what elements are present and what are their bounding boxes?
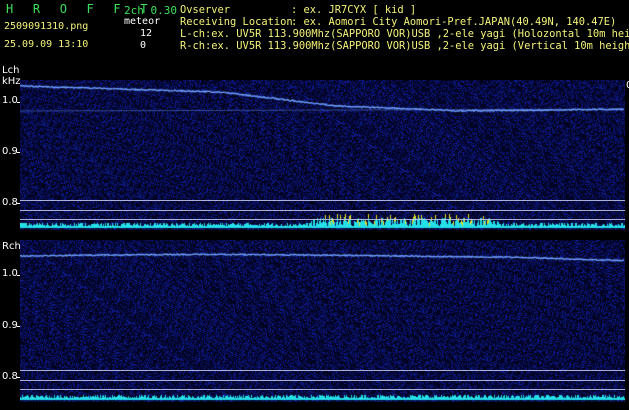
observer-value: : ex. JR7CYX [ kid ] [291,4,417,16]
channel-version-label: 2ch 0.30 [124,4,177,17]
lch-unit-label: kHz [2,76,21,87]
rch-threshold-line [20,380,625,381]
rch-freq-tick-0-9: 0.9 [2,320,18,331]
lch-freq-tick-0-9: 0.9 [2,146,18,157]
lch-meteor-count: 12 [140,28,153,39]
lch-threshold-line [20,219,625,220]
rch-freq-tick-0-8: 0.8 [2,371,18,382]
location-label: Receiving Location [180,16,293,28]
lch-freq-tick-0-8: 0.8 [2,197,18,208]
lch-spectrogram-canvas [20,80,625,230]
location-value: : ex. Aomori City Aomori-Pref.JAPAN(40.4… [291,16,617,28]
rch-freq-tick-1-0: 1.0 [2,268,18,279]
lch-freq-tick-1-0: 1.0 [2,95,18,106]
rch-spectrogram-canvas [20,240,625,402]
filename-label: 2509091310.png [4,21,89,32]
rch-description: R-ch:ex. UV5R 113.900Mhz(SAPPORO VOR)USB… [180,40,629,52]
lch-channel-label: Lch [2,65,20,76]
rch-threshold-line [20,389,625,390]
rch-threshold-line [20,370,625,371]
datetime-label: 25.09.09 13:10 [4,39,89,50]
lch-spectrogram [20,80,625,230]
rch-channel-label: Rch [2,241,21,252]
rch-spectrogram [20,240,625,402]
lch-threshold-line [20,200,625,201]
lch-threshold-line [20,210,625,211]
rch-meteor-count: 0 [140,40,147,51]
observer-label: Ovserver [180,4,231,16]
meteor-label: meteor [124,16,161,27]
lch-description: L-ch:ex. UV5R 113.900Mhz(SAPPORO VOR)USB… [180,28,629,40]
